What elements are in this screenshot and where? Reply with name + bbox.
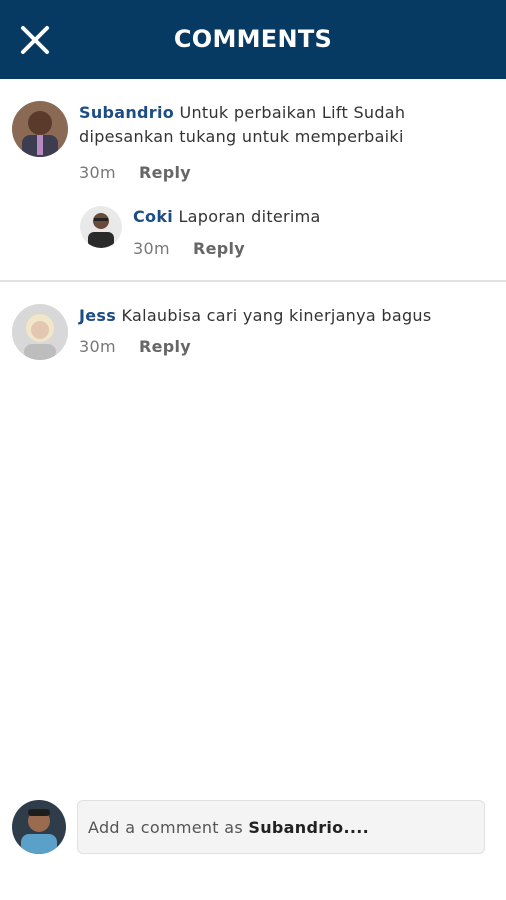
comment-input-user: Subandrio.... — [248, 817, 369, 837]
comment-input-prefix: Add a comment as — [88, 817, 249, 837]
comment-input[interactable]: Add a comment as Subandrio.... — [77, 800, 485, 854]
avatar — [12, 800, 66, 854]
reply-button[interactable]: Reply — [139, 337, 191, 356]
comment-item: Subandrio Untuk perbaikan Lift Sudah dip… — [0, 79, 506, 279]
page-title: COMMENTS — [173, 25, 333, 53]
close-icon — [21, 26, 49, 54]
reply-button[interactable]: Reply — [193, 239, 245, 258]
avatar[interactable] — [80, 206, 122, 248]
comment-time: 30m — [79, 337, 116, 356]
comment-meta: 30m Reply — [79, 163, 191, 182]
close-button[interactable] — [14, 20, 56, 60]
reply-time: 30m — [133, 239, 170, 258]
reply-author[interactable]: Coki — [133, 207, 173, 226]
reply-text: Coki Laporan diterima — [133, 205, 483, 229]
comment-composer: Add a comment as Subandrio.... — [0, 796, 506, 858]
header-bar: COMMENTS — [0, 0, 506, 79]
comment-author[interactable]: Jess — [79, 306, 116, 325]
comment-author[interactable]: Subandrio — [79, 103, 174, 122]
comment-text: Subandrio Untuk perbaikan Lift Sudah dip… — [79, 101, 489, 149]
comment-time: 30m — [79, 163, 116, 182]
comment-text: Jess Kalaubisa cari yang kinerjanya bagu… — [79, 304, 489, 328]
avatar[interactable] — [12, 101, 68, 157]
reply-body: Laporan diterima — [178, 207, 321, 226]
comment-body: Kalaubisa cari yang kinerjanya bagus — [121, 306, 432, 325]
avatar[interactable] — [12, 304, 68, 360]
reply-button[interactable]: Reply — [139, 163, 191, 182]
comment-meta: 30m Reply — [79, 337, 191, 356]
reply-meta: 30m Reply — [133, 239, 245, 258]
comment-item: Jess Kalaubisa cari yang kinerjanya bagu… — [0, 282, 506, 372]
